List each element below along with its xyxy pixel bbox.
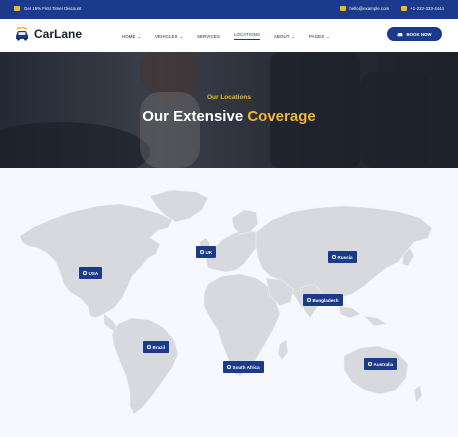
nav-vehicles-label: VEHICLES [155,33,178,39]
hero-title-accent: Coverage [247,108,316,125]
promo: Get 15% First Timer Discount [14,6,81,11]
nav-services-label: SERVICES [197,33,220,39]
page: Get 15% First Timer Discount hello@examp… [0,0,458,437]
car-logo-icon [16,27,28,41]
pin-label: Australia [373,361,394,367]
map-pin-icon [200,250,204,254]
nav-pages[interactable]: PAGES ⌄ [309,32,330,40]
chevron-down-icon: ⌄ [179,33,184,39]
phone-text: +1-222-333-4444 [410,6,444,11]
header: CarLane HOME ⌄ VEHICLES ⌄ SERVICES LOCAT… [0,19,458,52]
map-pin-icon [227,365,231,369]
chevron-down-icon: ⌄ [326,33,330,39]
hero-subtitle: Our Locations [206,94,252,101]
phone-icon [401,6,408,11]
map-pin-icon [307,298,311,302]
pin-label: Russia [337,254,353,260]
chevron-down-icon: ⌄ [291,33,295,39]
location-pin-bangladesh[interactable]: Bangladesh [303,294,343,306]
nav-home[interactable]: HOME ⌄ [122,32,141,40]
nav-services[interactable]: SERVICES [197,32,220,40]
main-nav: HOME ⌄ VEHICLES ⌄ SERVICES LOCATIONS ABO… [122,32,344,40]
nav-about[interactable]: ABOUT ⌄ [274,32,295,40]
world-map [19,189,433,415]
nav-locations-label: LOCATIONS [233,32,260,37]
map-pin-icon [368,362,372,366]
phone-link[interactable]: +1-222-333-4444 [401,6,444,11]
top-bar: Get 15% First Timer Discount hello@examp… [0,0,458,19]
email-text: hello@example.com [349,6,390,11]
map-pin-icon [147,345,151,349]
nav-locations[interactable]: LOCATIONS [233,32,260,40]
book-now-label: BOOK NOW [406,31,432,37]
tag-icon [14,6,20,11]
location-pin-uk[interactable]: UK [196,246,217,258]
map-pin-icon [332,255,336,259]
pin-label: UK [205,249,213,255]
email-link[interactable]: hello@example.com [340,6,389,11]
brand-name: CarLane [34,27,83,41]
pin-label: South Africa [232,364,260,370]
location-pin-south-africa[interactable]: South Africa [223,361,264,373]
pin-label: Bangladesh [312,297,339,303]
hero-title-main: Our Extensive [142,108,248,125]
nav-home-label: HOME [122,33,136,39]
promo-text: Get 15% First Timer Discount [24,6,82,11]
nav-pages-label: PAGES [308,33,325,39]
location-pin-brazil[interactable]: Brazil [143,341,170,353]
hero-title: Our Extensive Coverage [0,108,458,125]
location-pin-australia[interactable]: Australia [364,358,398,370]
pin-label: USA [88,270,99,276]
pin-label: Brazil [152,344,166,350]
envelope-icon [340,6,347,11]
book-now-button[interactable]: BOOK NOW [387,27,442,41]
car-icon [397,32,403,36]
location-pin-russia[interactable]: Russia [328,251,357,263]
contact-info: hello@example.com +1-222-333-4444 [340,6,444,11]
nav-vehicles[interactable]: VEHICLES ⌄ [155,32,183,40]
logo[interactable]: CarLane [14,27,82,41]
nav-about-label: ABOUT [273,33,290,39]
map-pin-icon [83,271,87,275]
location-pin-usa[interactable]: USA [79,267,103,279]
chevron-down-icon: ⌄ [137,33,142,39]
